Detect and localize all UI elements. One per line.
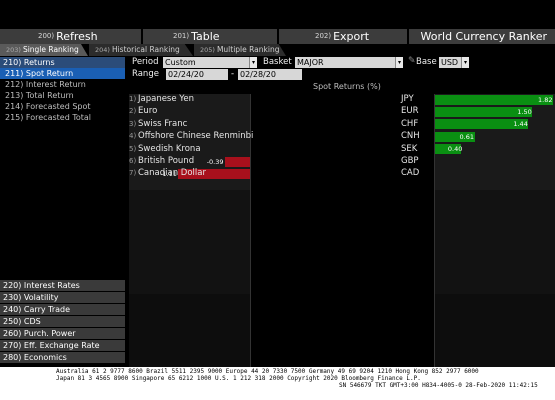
menu-item-spot-return[interactable]: 211) Spot Return <box>0 68 125 79</box>
currency-code: CAD <box>401 168 420 179</box>
list-item[interactable]: 4) Offshore Chinese Renminbi <box>129 130 309 142</box>
tab-historical-ranking[interactable]: 204) Historical Ranking <box>89 44 193 56</box>
positive-bar <box>435 94 553 105</box>
menu-interest-rates[interactable]: 220) Interest Rates <box>0 280 125 292</box>
tab-multiple-ranking[interactable]: 205) Multiple Ranking <box>194 44 286 56</box>
date-separator: - <box>231 69 235 79</box>
base-dropdown-icon[interactable]: ▾ <box>461 57 469 68</box>
currency-code: CNH <box>401 131 420 142</box>
date-from-input[interactable]: 02/24/20 <box>166 69 228 80</box>
list-item[interactable]: 3) Swiss Franc <box>129 118 309 130</box>
export-label: Export <box>333 30 370 43</box>
currency-code: CHF <box>401 118 419 129</box>
menu-carry-trade[interactable]: 240) Carry Trade <box>0 304 125 316</box>
table-button[interactable]: 201) Table <box>143 29 279 44</box>
basket-select[interactable]: MAJOR <box>295 57 395 68</box>
base-label: Base <box>416 57 437 67</box>
footer-contacts-line2: Japan 81 3 4565 8900 Singapore 65 6212 1… <box>56 375 421 382</box>
period-select[interactable]: Custom <box>163 57 249 68</box>
menu-item-interest-return[interactable]: 212) Interest Return <box>0 79 125 90</box>
bar-value-label: 1.44 <box>513 120 528 129</box>
list-item[interactable]: 2) Euro <box>129 105 309 117</box>
tab-single-ranking[interactable]: 203) Single Ranking <box>0 44 88 56</box>
list-item[interactable]: 1) Japanese Yen <box>129 93 309 105</box>
menu-purch-power[interactable]: 260) Purch. Power <box>0 328 125 340</box>
currency-list: 1) Japanese Yen 2) Euro 3) Swiss Franc 4) Of… <box>129 93 309 180</box>
side-menu: 210) Returns 211) Spot Return 212) Inter… <box>0 57 125 367</box>
currency-code: EUR <box>401 106 419 117</box>
app-title: World Currency Ranker <box>409 29 555 44</box>
footer: Australia 61 2 9777 8600 Brazil 5511 239… <box>0 367 555 400</box>
pencil-icon[interactable]: ✎ <box>408 56 416 66</box>
menu-header-returns[interactable]: 210) Returns <box>0 57 125 68</box>
currency-code: GBP <box>401 155 419 166</box>
refresh-label: Refresh <box>56 30 98 43</box>
menu-cds[interactable]: 250) CDS <box>0 316 125 328</box>
range-label: Range <box>132 69 159 79</box>
refresh-button[interactable]: 200) Refresh <box>0 29 143 44</box>
export-button[interactable]: 202) Export <box>279 29 409 44</box>
menu-volatility[interactable]: 230) Volatility <box>0 292 125 304</box>
currency-code: SEK <box>401 143 418 154</box>
list-item[interactable]: 7) Canadian Dollar <box>129 167 309 179</box>
table-label: Table <box>191 30 220 43</box>
list-item[interactable]: 5) Swedish Krona <box>129 143 309 155</box>
bar-value-label: 0.61 <box>459 132 475 141</box>
positive-bar-area: 1.82 1.50 1.44 0.61 0.40 <box>434 94 555 367</box>
bar-value-label: 1.82 <box>538 95 553 104</box>
tab-bar: 203) Single Ranking 204) Historical Rankin… <box>0 44 555 56</box>
menu-item-forecasted-total[interactable]: 215) Forecasted Total <box>0 112 125 123</box>
menu-item-total-return[interactable]: 213) Total Return <box>0 90 125 101</box>
footer-session-line: SN 546679 TKT GMT+3:00 H834-4005-0 28-Fe… <box>339 382 538 389</box>
toolbar: 200) Refresh 201) Table 202) Export Worl… <box>0 29 555 44</box>
menu-economics[interactable]: 280) Economics <box>0 352 125 364</box>
menu-categories: 220) Interest Rates 230) Volatility 240)… <box>0 280 125 364</box>
controls: Period Custom ▾ Basket MAJOR ▾ ✎ Base US… <box>129 56 555 82</box>
period-label: Period <box>132 57 159 67</box>
basket-dropdown-icon[interactable]: ▾ <box>395 57 403 68</box>
base-currency-select[interactable]: USD <box>439 57 461 68</box>
currency-code: JPY <box>401 94 414 104</box>
currency-codes: JPY EUR CHF CNH SEK GBP CAD <box>401 93 433 180</box>
bar-value-label: 0.40 <box>447 145 463 154</box>
menu-item-forecasted-spot[interactable]: 214) Forecasted Spot <box>0 101 125 112</box>
list-item[interactable]: 6) British Pound <box>129 155 309 167</box>
bar-value-label: 1.50 <box>517 107 532 116</box>
date-to-input[interactable]: 02/28/20 <box>238 69 302 80</box>
menu-eff-exchange-rate[interactable]: 270) Eff. Exchange Rate <box>0 340 125 352</box>
column-header: Spot Returns (%) <box>313 82 381 91</box>
period-dropdown-icon[interactable]: ▾ <box>249 57 257 68</box>
footer-contacts-line1: Australia 61 2 9777 8600 Brazil 5511 239… <box>56 368 479 375</box>
basket-label: Basket <box>263 57 292 67</box>
